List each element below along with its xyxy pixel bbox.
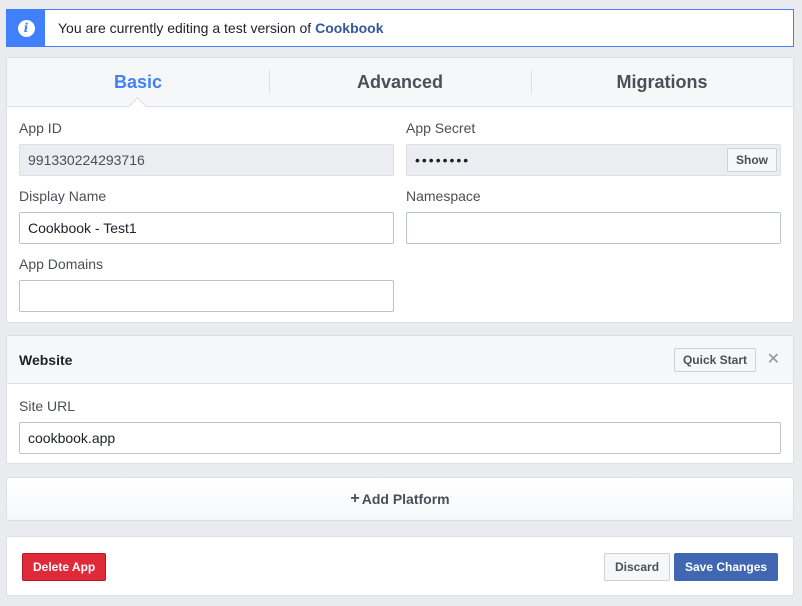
tab-advanced[interactable]: Advanced <box>269 58 531 106</box>
app-id-field: App ID 991330224293716 <box>19 120 394 176</box>
site-url-label: Site URL <box>19 398 76 414</box>
notice-message: You are currently editing a test version… <box>58 20 384 36</box>
app-id-input[interactable]: 991330224293716 <box>19 144 394 176</box>
quick-start-button[interactable]: Quick Start <box>673 348 756 372</box>
add-platform-button[interactable]: + Add Platform <box>6 477 794 521</box>
app-secret-field: App Secret •••••••• Show <box>406 120 781 176</box>
display-name-input[interactable]: Cookbook - Test1 <box>19 212 394 244</box>
close-icon[interactable]: ✕ <box>767 350 780 370</box>
tab-basic[interactable]: Basic <box>7 58 269 106</box>
discard-button[interactable]: Discard <box>604 553 671 581</box>
display-name-field: Display Name Cookbook - Test1 <box>19 188 394 244</box>
app-domains-input[interactable] <box>19 280 394 312</box>
app-domains-field: App Domains <box>19 256 394 312</box>
test-version-notice: i You are currently editing a test versi… <box>6 9 794 47</box>
delete-app-button[interactable]: Delete App <box>22 553 107 581</box>
footer-actions: Delete App Discard Save Changes <box>6 536 794 596</box>
site-url-field: Site URL cookbook.app <box>19 398 781 454</box>
app-secret-input[interactable]: •••••••• Show <box>406 144 781 176</box>
notice-app-name: Cookbook <box>315 20 384 36</box>
info-icon-bar: i <box>7 10 45 46</box>
website-title: Website <box>19 351 73 368</box>
settings-panel: Basic Advanced Migrations App ID 9913302… <box>6 57 794 323</box>
plus-icon: + <box>350 490 360 507</box>
info-icon: i <box>17 19 35 37</box>
display-name-label: Display Name <box>19 188 107 204</box>
app-secret-value: •••••••• <box>415 152 471 168</box>
app-id-label: App ID <box>19 120 62 136</box>
show-secret-button[interactable]: Show <box>727 148 777 172</box>
website-header: Website Quick Start ✕ <box>7 336 793 384</box>
namespace-label: Namespace <box>406 188 481 204</box>
tab-migrations[interactable]: Migrations <box>531 58 793 106</box>
app-secret-label: App Secret <box>406 120 476 136</box>
namespace-field: Namespace <box>406 188 781 244</box>
app-domains-label: App Domains <box>19 256 104 272</box>
namespace-input[interactable] <box>406 212 781 244</box>
save-changes-button[interactable]: Save Changes <box>674 553 779 581</box>
website-platform-panel: Website Quick Start ✕ Site URL cookbook.… <box>6 335 794 464</box>
settings-tabs: Basic Advanced Migrations <box>7 58 793 107</box>
site-url-input[interactable]: cookbook.app <box>19 422 781 454</box>
add-platform-label: Add Platform <box>361 491 450 507</box>
notice-text: You are currently editing a test version… <box>58 20 312 36</box>
